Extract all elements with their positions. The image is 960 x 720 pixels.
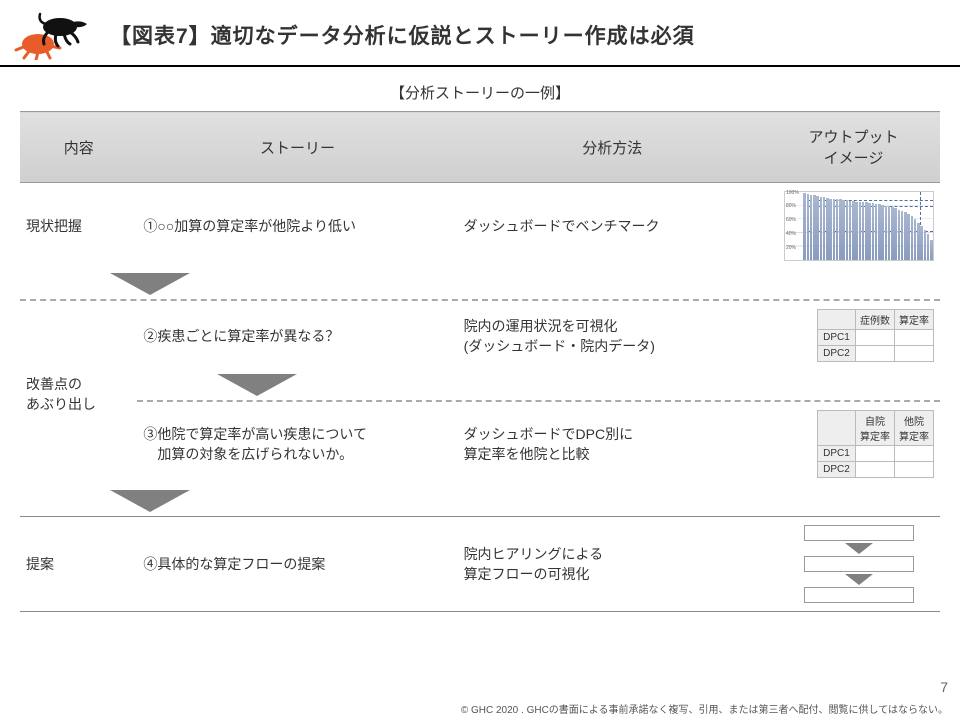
row2-output: 症例数 算定率 DPC1 DPC2 (767, 301, 940, 370)
row4-output (767, 517, 940, 611)
row2-story: ②疾患ごとに算定率が異なる？ (137, 301, 457, 370)
row3-story-l1: ③他院で算定率が高い疾患について (143, 426, 367, 442)
mt2-r1: DPC1 (818, 446, 856, 462)
chart-tick: 80% (786, 203, 796, 209)
mt2-r2: DPC2 (818, 462, 856, 478)
mt2-h1: 自院算定率 (856, 411, 895, 446)
row2-method: 院内の運用状況を可視化 (ダッシュボード・院内データ) (458, 301, 768, 370)
analysis-story-table: 内容 ストーリー 分析方法 アウトプット イメージ 現状把握 ①○○加算の算定率… (20, 111, 940, 612)
chart-tick: 100% (786, 190, 799, 196)
chart-tick: 60% (786, 217, 796, 223)
row2-label-l2: あぶり出し (26, 396, 96, 412)
row1-output: 100% 80% 60% 40% 20% (767, 183, 940, 270)
row3-method-l2: 算定率を他院と比較 (464, 446, 590, 462)
th-output: アウトプット イメージ (767, 112, 940, 183)
flow-box (804, 556, 914, 572)
row1-label: 現状把握 (20, 183, 137, 270)
row4-method-l2: 算定フローの可視化 (464, 566, 590, 582)
header-rule (0, 65, 960, 67)
row3-output: 自院算定率 他院算定率 DPC1 DPC2 (767, 402, 940, 486)
flow-box (804, 525, 914, 541)
mini-table-1: 症例数 算定率 DPC1 DPC2 (817, 309, 934, 362)
slide-title: 【図表7】適切なデータ分析に仮説とストーリー作成は必須 (110, 20, 695, 50)
row4-label: 提案 (20, 517, 137, 611)
chart-tick: 20% (786, 245, 796, 251)
row4-method-l1: 院内ヒアリングによる (464, 546, 604, 562)
company-logo (10, 10, 90, 60)
table-row: 提案 ④具体的な算定フローの提案 院内ヒアリングによる 算定フローの可視化 (20, 517, 940, 611)
arrow-down-icon (217, 374, 297, 396)
th-story: ストーリー (137, 112, 457, 183)
mt2-h2: 他院算定率 (895, 411, 934, 446)
row2-method-l1: 院内の運用状況を可視化 (464, 318, 618, 334)
flow-arrow-icon (845, 543, 873, 554)
row2-label-l1: 改善点の (26, 376, 82, 392)
arrow-down-icon (110, 273, 190, 295)
chart-tick: 40% (786, 231, 796, 237)
th-content: 内容 (20, 112, 137, 183)
row3-method: ダッシュボードでDPC別に 算定率を他院と比較 (458, 402, 768, 486)
subtitle: 【分析ストーリーの一例】 (0, 82, 960, 103)
th-output-l1: アウトプット (809, 129, 899, 146)
th-method: 分析方法 (458, 112, 768, 183)
mt1-r2: DPC2 (818, 346, 856, 362)
table-header-row: 内容 ストーリー 分析方法 アウトプット イメージ (20, 112, 940, 183)
table-row: ③他院で算定率が高い疾患について 加算の対象を広げられないか。 ダッシュボードで… (20, 402, 940, 486)
copyright-text: © GHC 2020 . GHCの書面による事前承諾なく複写、引用、または第三者… (461, 701, 948, 716)
th-output-l2: イメージ (824, 150, 884, 167)
table-row: 改善点の あぶり出し ②疾患ごとに算定率が異なる？ 院内の運用状況を可視化 (ダ… (20, 301, 940, 370)
row3-method-l1: ダッシュボードでDPC別に (464, 426, 634, 442)
row4-story: ④具体的な算定フローの提案 (137, 517, 457, 611)
benchmark-chart-icon: 100% 80% 60% 40% 20% (784, 191, 934, 261)
row3-story-l2: 加算の対象を広げられないか。 (143, 446, 353, 462)
row1-method: ダッシュボードでベンチマーク (458, 183, 768, 270)
row1-story: ①○○加算の算定率が他院より低い (137, 183, 457, 270)
footer: 7 © GHC 2020 . GHCの書面による事前承諾なく複写、引用、または第… (461, 679, 948, 716)
mt1-r1: DPC1 (818, 330, 856, 346)
flow-box (804, 587, 914, 603)
row2-label: 改善点の あぶり出し (20, 301, 137, 486)
mt1-h2: 算定率 (895, 310, 934, 330)
mini-table-2: 自院算定率 他院算定率 DPC1 DPC2 (817, 410, 934, 478)
row2-method-l2: (ダッシュボード・院内データ) (464, 338, 655, 354)
row3-story: ③他院で算定率が高い疾患について 加算の対象を広げられないか。 (137, 402, 457, 486)
page-number: 7 (461, 679, 948, 695)
flow-diagram-icon (784, 525, 934, 603)
flow-arrow-icon (845, 574, 873, 585)
solid-separator (20, 611, 940, 612)
table-row: 現状把握 ①○○加算の算定率が他院より低い ダッシュボードでベンチマーク 100… (20, 183, 940, 270)
mt1-h1: 症例数 (856, 310, 895, 330)
arrow-down-icon (110, 490, 190, 512)
row4-method: 院内ヒアリングによる 算定フローの可視化 (458, 517, 768, 611)
